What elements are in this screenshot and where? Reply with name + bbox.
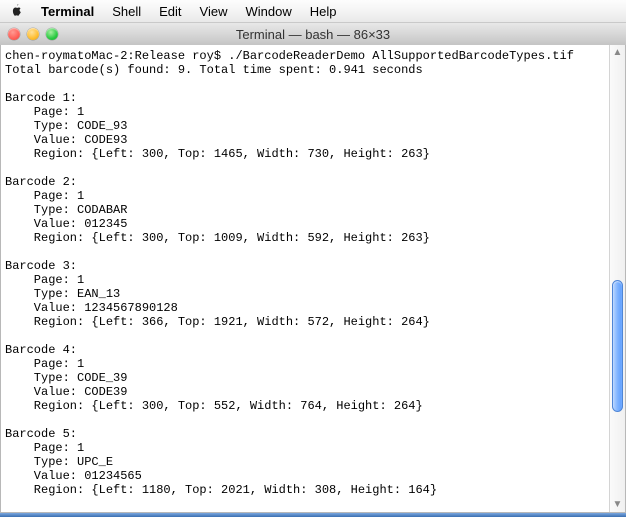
- barcode-block: Barcode 4: Page: 1 Type: CODE_39 Value: …: [5, 343, 423, 413]
- appname-menu[interactable]: Terminal: [32, 4, 103, 19]
- zoom-button[interactable]: [46, 28, 58, 40]
- prompt-line: chen-roymatoMac-2:Release roy$ ./Barcode…: [5, 49, 574, 63]
- menu-view[interactable]: View: [191, 4, 237, 19]
- summary-line: Total barcode(s) found: 9. Total time sp…: [5, 63, 423, 77]
- terminal-output[interactable]: chen-roymatoMac-2:Release roy$ ./Barcode…: [1, 45, 609, 512]
- vertical-scrollbar[interactable]: ▲ ▼: [609, 45, 625, 512]
- menu-window[interactable]: Window: [237, 4, 301, 19]
- menu-help[interactable]: Help: [301, 4, 346, 19]
- barcode-block: Barcode 1: Page: 1 Type: CODE_93 Value: …: [5, 91, 430, 161]
- traffic-lights: [8, 28, 58, 40]
- terminal-frame: chen-roymatoMac-2:Release roy$ ./Barcode…: [0, 45, 626, 513]
- menu-shell[interactable]: Shell: [103, 4, 150, 19]
- scrollbar-thumb[interactable]: [612, 280, 623, 412]
- close-button[interactable]: [8, 28, 20, 40]
- minimize-button[interactable]: [27, 28, 39, 40]
- window-titlebar: Terminal — bash — 86×33: [0, 23, 626, 46]
- barcode-block: Barcode 3: Page: 1 Type: EAN_13 Value: 1…: [5, 259, 430, 329]
- barcode-block: Barcode 5: Page: 1 Type: UPC_E Value: 01…: [5, 427, 437, 497]
- barcode-block: Barcode 2: Page: 1 Type: CODABAR Value: …: [5, 175, 430, 245]
- window-bottom-edge: [0, 513, 626, 517]
- apple-menu-icon[interactable]: [8, 4, 26, 18]
- menu-edit[interactable]: Edit: [150, 4, 190, 19]
- window-title: Terminal — bash — 86×33: [0, 27, 626, 42]
- scroll-up-arrow[interactable]: ▲: [610, 45, 625, 60]
- system-menubar: Terminal Shell Edit View Window Help: [0, 0, 626, 23]
- scroll-down-arrow[interactable]: ▼: [610, 497, 625, 512]
